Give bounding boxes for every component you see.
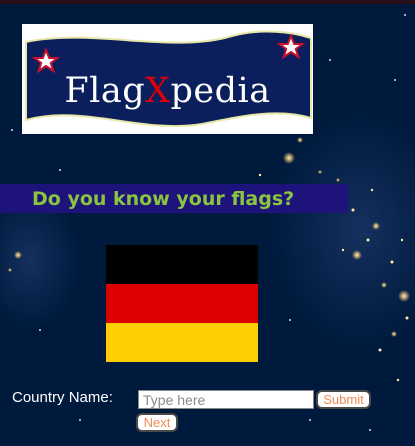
logo-text-x: X [145,71,171,111]
flag-stripe-top [106,245,258,284]
top-border [0,0,415,4]
flag-stripe-bottom [106,323,258,362]
logo-text-flag: Flag [64,71,146,111]
logo-text: FlagXpedia [22,74,313,109]
next-button[interactable]: Next [136,413,178,432]
flagxpedia-logo[interactable]: FlagXpedia [22,24,313,134]
logo-text-pedia: pedia [170,71,271,111]
submit-button[interactable]: Submit [316,390,371,409]
flag-image [106,245,258,362]
country-name-label: Country Name: [12,389,113,406]
flag-stripe-middle [106,284,258,323]
country-name-input[interactable] [138,390,314,409]
question-heading: Do you know your flags? [32,188,295,210]
